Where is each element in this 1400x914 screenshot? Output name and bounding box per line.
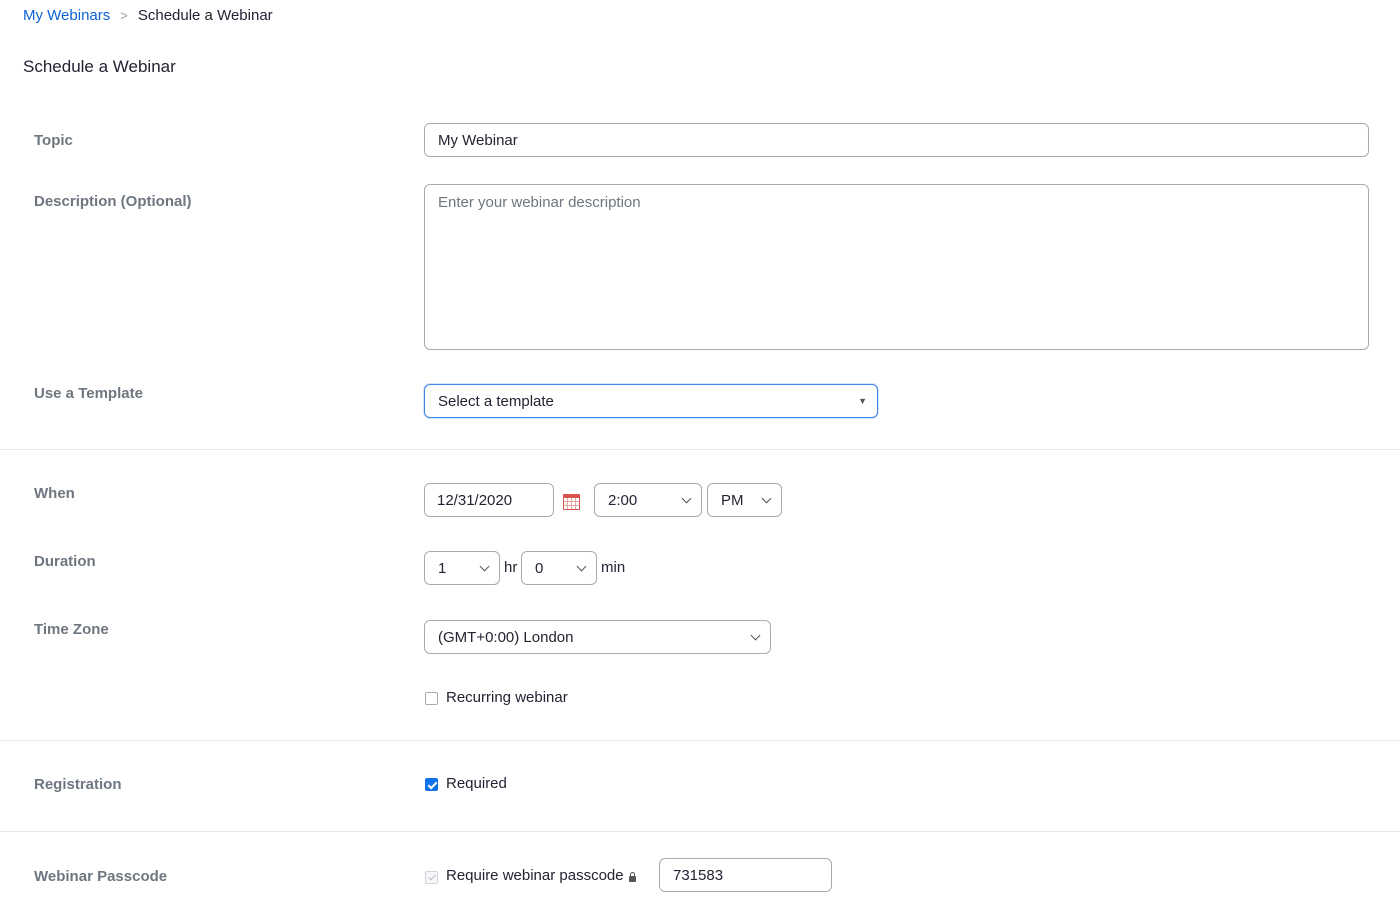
description-placeholder: Enter your webinar description <box>438 194 641 211</box>
require-passcode-checkbox[interactable] <box>425 871 438 884</box>
passcode-input[interactable]: 731583 <box>659 858 832 892</box>
topic-label: Topic <box>34 132 73 149</box>
lock-icon <box>629 872 636 882</box>
calendar-icon[interactable] <box>563 494 580 510</box>
template-select[interactable]: Select a template ▼ <box>424 384 878 418</box>
hours-unit-label: hr <box>504 559 518 576</box>
description-textarea[interactable]: Enter your webinar description <box>424 184 1369 350</box>
recurring-label: Recurring webinar <box>446 689 568 706</box>
duration-minutes-value: 0 <box>535 559 544 577</box>
time-select[interactable]: 2:00 <box>594 483 702 517</box>
section-divider <box>0 831 1400 832</box>
timezone-selected: (GMT+0:00) London <box>438 628 574 646</box>
timezone-select[interactable]: (GMT+0:00) London <box>424 620 771 654</box>
date-value: 12/31/2020 <box>437 491 513 509</box>
page-title: Schedule a Webinar <box>23 57 176 76</box>
breadcrumb-separator: > <box>120 8 128 23</box>
recurring-checkbox[interactable] <box>425 692 438 705</box>
template-selected: Select a template <box>438 392 554 410</box>
breadcrumb-my-webinars-link[interactable]: My Webinars <box>23 7 110 24</box>
chevron-down-icon <box>681 493 692 504</box>
when-label: When <box>34 485 75 502</box>
ampm-select[interactable]: PM <box>707 483 782 517</box>
chevron-down-icon <box>576 561 587 572</box>
duration-hours-select[interactable]: 1 <box>424 551 500 585</box>
passcode-value: 731583 <box>673 866 724 884</box>
breadcrumb-current: Schedule a Webinar <box>137 7 273 24</box>
topic-value: My Webinar <box>438 131 518 149</box>
date-input[interactable]: 12/31/2020 <box>424 483 554 517</box>
caret-down-icon: ▼ <box>858 396 867 406</box>
chevron-down-icon <box>479 561 490 572</box>
duration-label: Duration <box>34 553 96 570</box>
template-label: Use a Template <box>34 385 143 402</box>
registration-label: Registration <box>34 776 122 793</box>
passcode-label: Webinar Passcode <box>34 868 168 885</box>
registration-required-checkbox[interactable] <box>425 778 438 791</box>
minutes-unit-label: min <box>601 559 626 576</box>
duration-minutes-select[interactable]: 0 <box>521 551 597 585</box>
duration-hours-value: 1 <box>438 559 447 577</box>
description-label: Description (Optional) <box>34 193 192 210</box>
breadcrumb: My Webinars > Schedule a Webinar <box>23 7 273 24</box>
section-divider <box>0 449 1400 450</box>
chevron-down-icon <box>761 493 772 504</box>
registration-required-label: Required <box>446 775 507 792</box>
require-passcode-label: Require webinar passcode <box>446 867 624 884</box>
ampm-value: PM <box>721 491 744 509</box>
topic-input[interactable]: My Webinar <box>424 123 1369 157</box>
time-value: 2:00 <box>608 491 638 509</box>
section-divider <box>0 740 1400 741</box>
timezone-label: Time Zone <box>34 621 109 638</box>
chevron-down-icon <box>750 630 761 641</box>
